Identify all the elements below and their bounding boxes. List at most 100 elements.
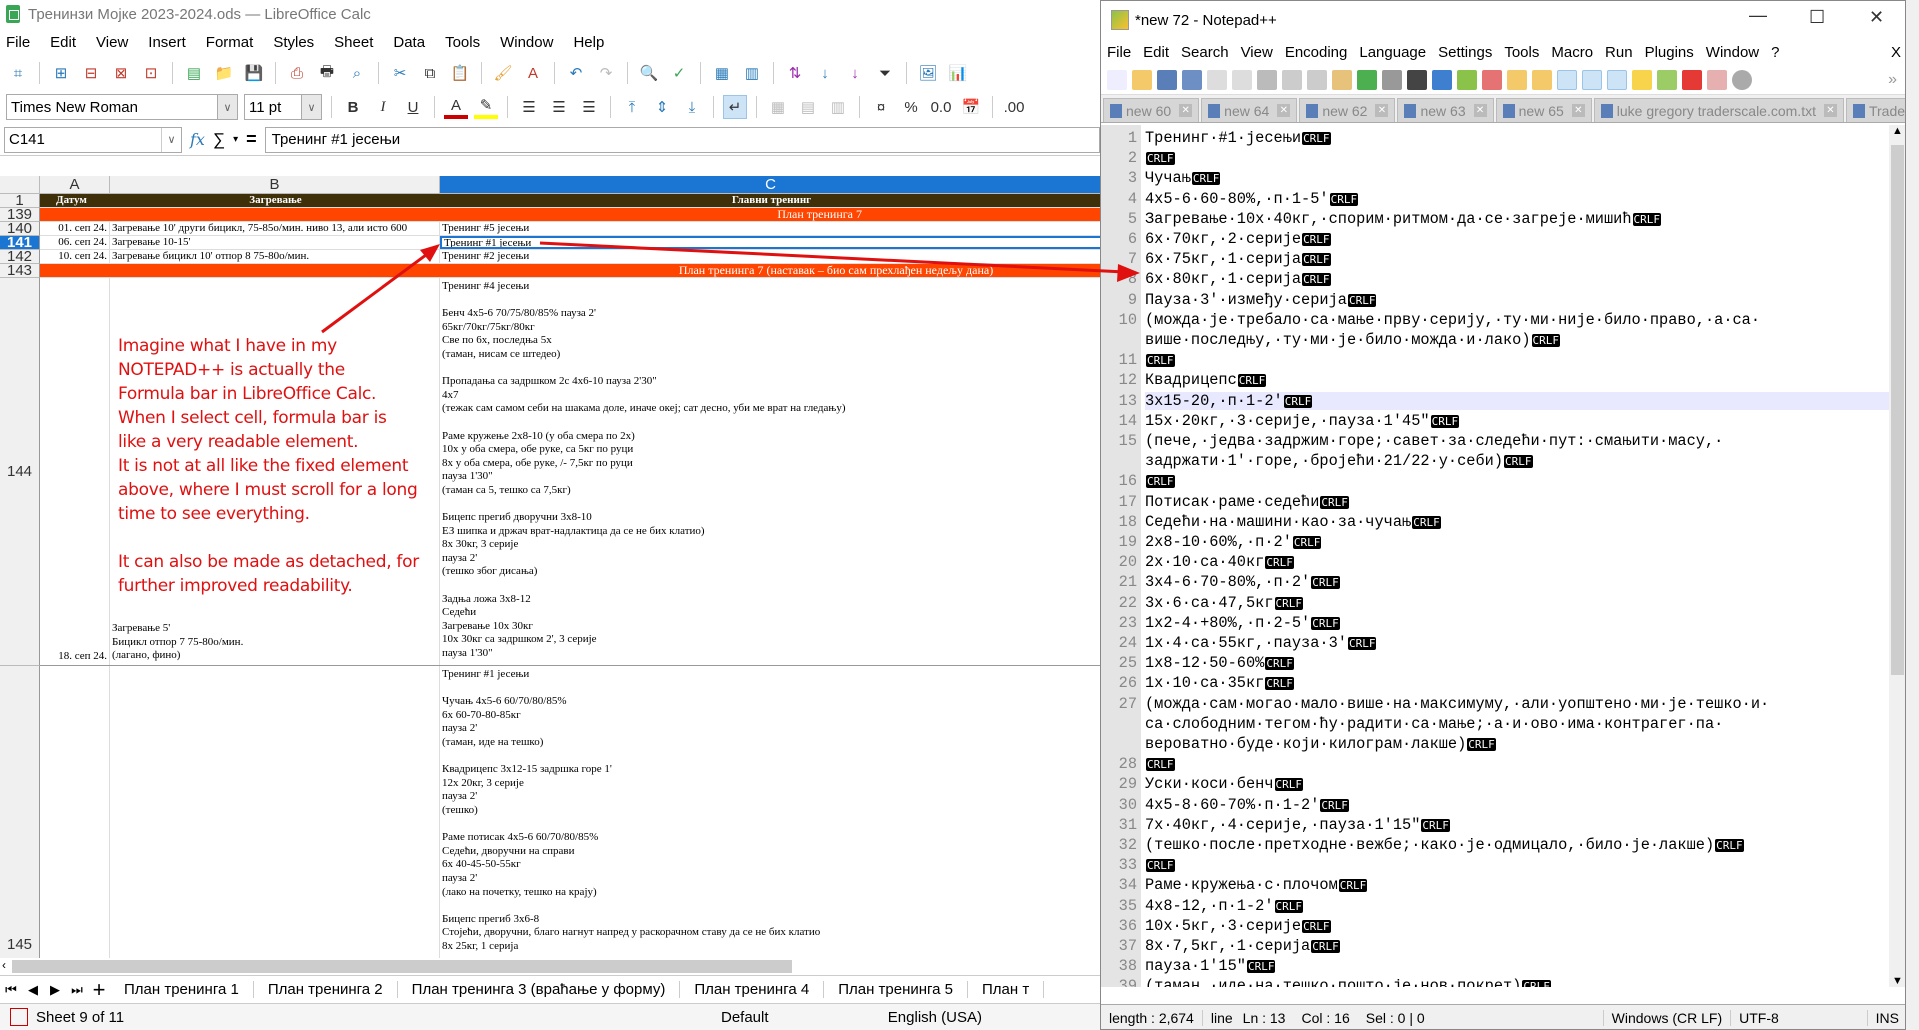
npp-menu-file[interactable]: File (1107, 44, 1131, 61)
plan-label-cell[interactable]: План тренинга 7 (наставак – био сам прех… (110, 264, 1102, 277)
close-tab-icon[interactable]: ✕ (1823, 104, 1837, 117)
menu-data[interactable]: Data (393, 34, 425, 51)
scroll-left-icon[interactable]: ‹ (2, 958, 6, 972)
close-document-icon[interactable]: X (1891, 44, 1901, 61)
menu-styles[interactable]: Styles (273, 34, 314, 51)
bold-icon[interactable]: B (341, 95, 365, 119)
close-tab-icon[interactable]: ✕ (1473, 104, 1487, 117)
zoom-in-icon[interactable] (1457, 69, 1477, 90)
warmup-cell[interactable]: Загревање бицикл 10' отпор 8 75-80о/мин. (110, 250, 440, 263)
minimize-icon[interactable]: — (1749, 5, 1767, 26)
number-format-icon[interactable]: 0.0 (929, 95, 953, 119)
replace-icon[interactable] (1432, 69, 1452, 90)
editor-line[interactable]: 1 Тренинг·#1·јесењи CRLF (1101, 129, 1889, 149)
chevron-down-icon[interactable]: ∨ (301, 95, 321, 119)
insert-mode[interactable]: INS (1868, 1010, 1905, 1026)
formula-input[interactable]: Тренинг #1 јесењи (264, 126, 1100, 153)
formula-icon[interactable]: = (246, 129, 257, 150)
editor-line[interactable]: 21 3х4-6·70-80%,·п·2' CRLF (1101, 573, 1889, 593)
editor-line[interactable]: више·последњу,·ту·ми·је·било·можда·и·лак… (1101, 331, 1889, 351)
previous-sheet-icon[interactable]: ◀ (22, 982, 44, 998)
editor-line[interactable]: 5 Загревање·10х·40кг,·спорим·ритмом·да·се… (1101, 210, 1889, 230)
menu-insert[interactable]: Insert (148, 34, 186, 51)
save-icon[interactable]: 💾 (242, 61, 266, 85)
next-sheet-icon[interactable]: ▶ (44, 982, 66, 998)
editor-line[interactable]: 7 6х·75кг,·1·серија CRLF (1101, 250, 1889, 270)
editor-line[interactable]: 27 (можда·сам·могао·мало·више·на·максимум… (1101, 695, 1889, 715)
print-icon[interactable]: 🖶 (315, 61, 339, 85)
toggle-formula-icon[interactable]: ⌗ (6, 61, 30, 85)
editor-line[interactable]: 2 CRLF (1101, 149, 1889, 169)
npp-menu-run[interactable]: Run (1605, 44, 1633, 61)
editor-line[interactable]: 35 4х8-12,·п·1-2' CRLF (1101, 897, 1889, 917)
insert-image-icon[interactable]: 🖼 (916, 61, 940, 85)
editor-line[interactable]: 6 6х·70кг,·2·серије CRLF (1101, 230, 1889, 250)
vertical-scrollbar[interactable]: ▲ ▼ (1889, 125, 1905, 987)
header-cell-warmup[interactable]: Загревање (110, 194, 440, 207)
npp-menu-tools[interactable]: Tools (1504, 44, 1539, 61)
insert-rows-icon[interactable]: ⊟ (79, 61, 103, 85)
print-icon[interactable] (1257, 69, 1277, 90)
editor-line[interactable]: 34 Раме·кружења·с·плочом CRLF (1101, 876, 1889, 896)
editor-line[interactable]: 25 1х8-12·50-60% CRLF (1101, 654, 1889, 674)
date-cell[interactable]: 18. сеп 24. (40, 278, 110, 665)
editor-line[interactable]: 8 6х·80кг,·1·серија CRLF (1101, 270, 1889, 290)
editor-line[interactable]: 12 Квадрицепс CRLF (1101, 371, 1889, 391)
language-indicator[interactable]: English (USA) (888, 1009, 982, 1026)
record-macro-icon[interactable] (1732, 69, 1752, 90)
npp-menu-encoding[interactable]: Encoding (1285, 44, 1348, 61)
editor-line[interactable]: 14 15х·20кг,·3·серије,·пауза·1′45″ CRLF (1101, 412, 1889, 432)
new-document-icon[interactable]: ▤ (182, 61, 206, 85)
editor-line[interactable]: 33 CRLF (1101, 856, 1889, 876)
plan-label-cell[interactable]: План тренинга 7 (440, 208, 1102, 221)
align-bottom-icon[interactable]: ⤓ (680, 95, 704, 119)
close-tab-icon[interactable]: ✕ (1571, 104, 1585, 117)
npp-editor[interactable]: 1 Тренинг·#1·јесењи CRLF 2 CRLF 3 Чучањ CRLF 4 4х… (1101, 125, 1889, 987)
zoom-out-icon[interactable] (1482, 69, 1502, 90)
editor-line[interactable]: 22 3х·6·са·47,5кг CRLF (1101, 594, 1889, 614)
editor-line[interactable]: 3 Чучањ CRLF (1101, 169, 1889, 189)
find-replace-icon[interactable]: 🔍 (637, 61, 661, 85)
indent-guide-icon[interactable] (1607, 69, 1627, 90)
npp-menu-help[interactable]: ? (1771, 44, 1779, 61)
last-sheet-icon[interactable]: ⏭ (66, 982, 88, 998)
editor-line[interactable]: 31 7х·40кг,·4·серије,·пауза·1′15″ CRLF (1101, 816, 1889, 836)
align-right-icon[interactable]: ☰ (577, 95, 601, 119)
sheet-tab[interactable]: План тренинга 1 (110, 981, 254, 998)
sort-descending-icon[interactable]: ↓ (843, 61, 867, 85)
chevron-down-icon[interactable]: ∨ (217, 95, 237, 119)
editor-line[interactable]: 4 4х5-6·60-80%,·п·1-5' CRLF (1101, 190, 1889, 210)
editor-line[interactable]: са·слободним·тегом·ћу·радити·са·мање;·а·… (1101, 715, 1889, 735)
npp-menu-settings[interactable]: Settings (1438, 44, 1492, 61)
first-sheet-icon[interactable]: ⏮ (0, 982, 22, 998)
npp-tab[interactable]: new 63 ✕ (1397, 98, 1494, 122)
open-folder-icon[interactable]: 📁 (212, 61, 236, 85)
npp-menu-macro[interactable]: Macro (1551, 44, 1593, 61)
warmup-cell[interactable]: Загревање 10' други бицикл, 75-85о/мин. … (110, 222, 440, 235)
sheet-tab[interactable]: План тренинга 5 (824, 981, 969, 998)
editor-line[interactable]: 38 пауза·1′15″ CRLF (1101, 957, 1889, 977)
npp-menu-window[interactable]: Window (1706, 44, 1759, 61)
selected-cell-c141[interactable]: Тренинг #1 јесењи (440, 236, 1102, 249)
folder-workspace-icon[interactable] (1707, 69, 1727, 90)
editor-line[interactable]: 36 10х·5кг,·3·серије CRLF (1101, 917, 1889, 937)
date-cell[interactable]: 06. сеп 24. (40, 236, 110, 249)
date-cell[interactable]: 01. сеп 24. (40, 222, 110, 235)
row-header[interactable]: 144 (0, 278, 40, 666)
sheet-tab[interactable]: План тренинга 4 (680, 981, 825, 998)
npp-tab[interactable]: new 62 ✕ (1299, 98, 1396, 122)
copy-icon[interactable] (1307, 69, 1327, 90)
function-wizard-icon[interactable]: fx (190, 130, 205, 149)
menu-window[interactable]: Window (500, 34, 553, 51)
date-cell[interactable] (40, 666, 110, 960)
unmerge-cells-icon[interactable]: ▥ (826, 95, 850, 119)
npp-tab[interactable]: new 65 ✕ (1495, 98, 1592, 122)
header-cell-main-training[interactable]: Главни тренинг (440, 194, 1102, 207)
scrollbar-thumb[interactable] (1891, 145, 1904, 675)
font-size-combobox[interactable]: 11 pt ∨ (244, 94, 322, 120)
sort-ascending-icon[interactable]: ↓ (813, 61, 837, 85)
autofilter-icon[interactable]: ⏷ (873, 61, 897, 85)
npp-menu-edit[interactable]: Edit (1143, 44, 1169, 61)
menu-sheet[interactable]: Sheet (334, 34, 373, 51)
udl-icon[interactable] (1632, 69, 1652, 90)
